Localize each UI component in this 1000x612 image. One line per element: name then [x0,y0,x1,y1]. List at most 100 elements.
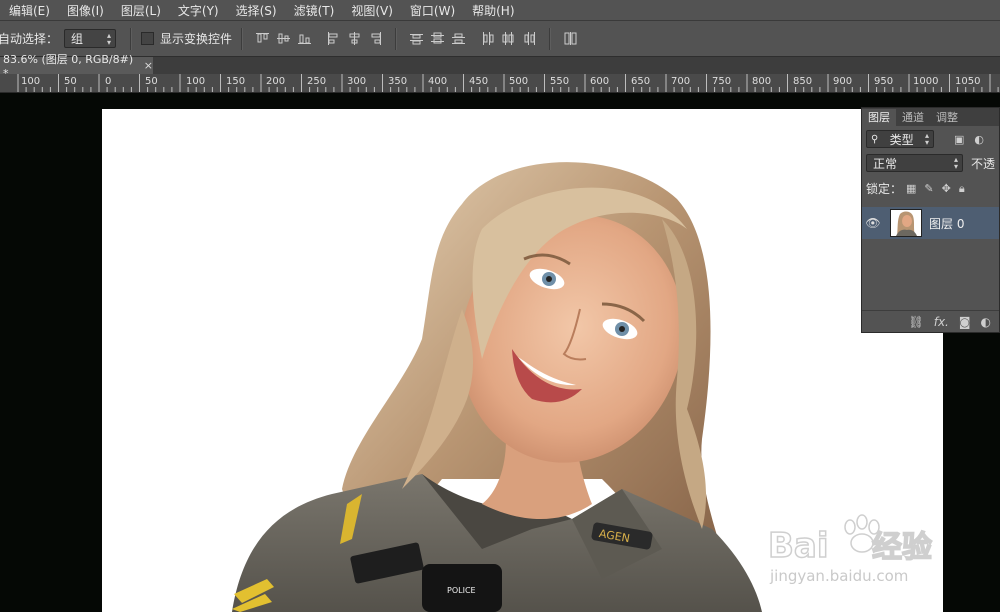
auto-align-layers-icon[interactable] [564,32,577,45]
show-transform-checkbox[interactable] [141,32,155,45]
distribute-left-icon[interactable] [481,32,494,45]
ruler-label: 750 [712,76,732,87]
align-top-edges-icon[interactable] [256,32,270,45]
distribute-vertical-centers-icon[interactable] [431,32,445,45]
align-right-edges-icon[interactable] [369,32,382,45]
layer-filter-dropdown[interactable]: ⚲ 类型 ▴ ▾ [866,130,934,148]
ruler-label: 100 [21,76,41,87]
updown-arrows-icon: ▴ ▾ [953,155,958,171]
distribute-top-icon[interactable] [410,32,424,45]
ruler-label: 350 [388,76,408,87]
ruler-label: 850 [793,76,813,87]
document-tab[interactable]: 83.6% (图层 0, RGB/8#) * × [0,53,153,80]
ruler-label: 600 [590,76,610,87]
menu-help[interactable]: 帮助(H) [463,2,522,19]
panel-tabs: 图层 通道 调整 [862,108,999,126]
document-tab-bar: 83.6% (图层 0, RGB/8#) * × [0,53,1000,80]
svg-text:经验: 经验 [872,530,932,565]
ruler-label: 1050 [955,76,981,87]
distribute-horizontal-centers-icon[interactable] [502,32,515,45]
ruler-label: 0 [105,76,112,87]
auto-select-dropdown[interactable]: 组 ▴ ▾ [64,29,117,48]
adjustment-layer-icon[interactable]: ◐ [981,315,991,329]
lock-row: 锁定： ▦ ✎ ✥ 🔒︎ [862,180,999,197]
menu-window[interactable]: 窗口(W) [401,2,463,19]
ruler-label: 200 [266,76,286,87]
menu-layer[interactable]: 图层(L) [112,2,169,19]
auto-select-value: 组 [71,32,84,46]
search-icon: ⚲ [871,133,879,145]
adjustment-filter-icon[interactable]: ◐ [974,133,984,146]
horizontal-ruler[interactable]: 100 50 0 50 100 150 200 250 300 350 400 … [0,74,1000,93]
distribute-right-icon[interactable] [523,32,536,45]
menu-bar: 编辑(E) 图像(I) 图层(L) 文字(Y) 选择(S) 滤镜(T) 视图(V… [0,0,1000,21]
menu-image[interactable]: 图像(I) [58,2,112,19]
opacity-label: 不透 [970,156,995,171]
toolbar-separator [241,27,244,50]
ruler-label: 300 [347,76,367,87]
updown-arrows-icon: ▴ ▾ [107,30,112,47]
ruler-label: 900 [833,76,853,87]
menu-filter[interactable]: 滤镜(T) [285,2,343,19]
watermark-url: jingyan.baidu.com [770,567,909,585]
ruler-label: 1000 [913,76,939,87]
layer-style-fx-icon[interactable]: fx. [934,315,949,329]
ruler-label: 550 [550,76,570,87]
align-horizontal-centers-icon[interactable] [348,32,361,45]
menu-select[interactable]: 选择(S) [227,2,285,19]
close-icon[interactable]: × [144,59,153,72]
baidu-paw-logo: Bai 经验 [767,514,933,567]
ruler-label: 450 [469,76,489,87]
svg-text:Bai: Bai [768,526,829,566]
layer-filter-row: ⚲ 类型 ▴ ▾ ▣ ◐ [862,130,999,148]
align-bottom-edges-icon[interactable] [298,32,312,45]
svg-text:POLICE: POLICE [447,586,476,595]
blend-mode-value: 正常 [873,156,898,171]
menu-view[interactable]: 视图(V) [342,2,401,19]
layer-name: 图层 0 [929,216,965,231]
lock-transparent-pixels-icon[interactable]: ▦ [906,182,916,195]
ruler-label: 400 [428,76,448,87]
ruler-label: 250 [307,76,327,87]
blend-mode-dropdown[interactable]: 正常 ▴ ▾ [866,154,963,172]
ruler-label: 50 [64,76,77,87]
align-left-edges-icon[interactable] [327,32,340,45]
baidu-watermark: Bai 经验 jingyan.baidu.com [764,505,944,595]
visibility-eye-icon[interactable]: 👁︎ [862,216,884,230]
toolbar-separator [549,27,552,50]
toolbar-separator [130,27,133,50]
tab-adjustments[interactable]: 调整 [930,109,964,126]
lock-all-icon[interactable]: 🔒︎ [959,182,965,196]
ruler-label: 100 [186,76,206,87]
panel-footer: ⛓︎ fx. ◙ ◐ [862,310,999,332]
lock-image-pixels-brush-icon[interactable]: ✎ [924,182,933,195]
lock-label: 锁定： [866,182,903,196]
menu-type[interactable]: 文字(Y) [169,2,227,19]
menu-edit[interactable]: 编辑(E) [0,2,58,19]
ruler-label: 800 [752,76,772,87]
tab-channels[interactable]: 通道 [896,109,930,126]
auto-select-label: 自动选择： [0,32,59,46]
add-mask-icon[interactable]: ◙ [959,315,971,329]
align-vertical-centers-icon[interactable] [277,32,291,45]
show-transform-label: 显示变换控件 [160,32,233,46]
layer-row[interactable]: 👁︎ 图层 0 [862,207,999,239]
updown-arrows-icon: ▴ ▾ [924,131,929,147]
ruler-label: 150 [226,76,246,87]
ruler-label: 950 [874,76,894,87]
ruler-label: 500 [509,76,529,87]
options-bar: 自动选择： 组 ▴ ▾ 显示变换控件 [0,21,1000,57]
ruler-label: 700 [671,76,691,87]
link-layers-icon[interactable]: ⛓︎ [908,315,923,329]
ruler-label: 650 [631,76,651,87]
layer-thumbnail [890,209,922,237]
lock-position-move-icon[interactable]: ✥ [942,182,951,195]
toolbar-separator [395,27,398,50]
layer-filter-value: 类型 [889,132,914,147]
ruler-label: 50 [145,76,158,87]
distribute-bottom-icon[interactable] [452,32,466,45]
tab-layers[interactable]: 图层 [862,109,896,126]
image-filter-icon[interactable]: ▣ [954,133,964,146]
layers-panel: 图层 通道 调整 ⚲ 类型 ▴ ▾ ▣ ◐ 正常 ▴ ▾ 不透 锁定： ▦ ✎ ✥ … [861,107,1000,333]
blend-row: 正常 ▴ ▾ 不透 [862,154,999,172]
